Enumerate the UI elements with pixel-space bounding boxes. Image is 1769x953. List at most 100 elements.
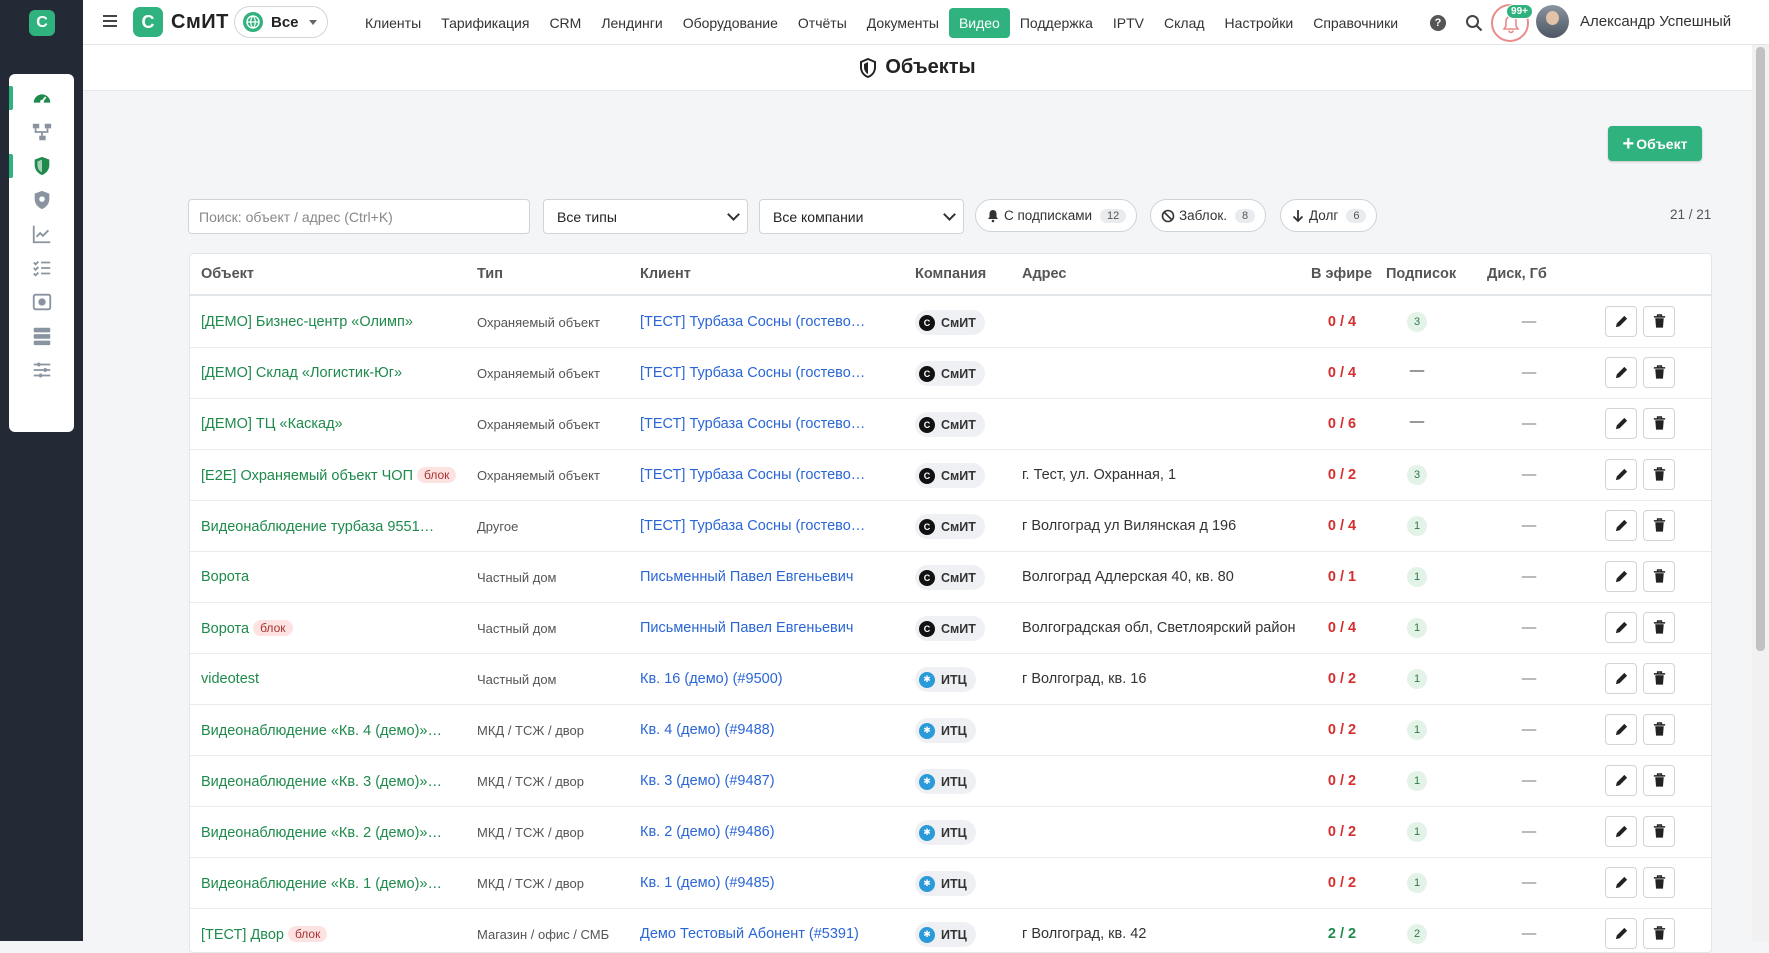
object-link[interactable]: [ДЕМО] Склад «Логистик-Юг» — [201, 365, 402, 381]
column-header-subscriptions[interactable]: Подписок — [1386, 266, 1456, 282]
delete-button[interactable] — [1643, 612, 1675, 643]
notifications-button[interactable]: 99+ — [1491, 4, 1533, 42]
rail-item-network[interactable] — [9, 116, 74, 148]
delete-button[interactable] — [1643, 459, 1675, 490]
table-row[interactable]: [ДЕМО] ТЦ «Каскад» Охраняемый объект [ТЕСТ… — [190, 399, 1711, 450]
object-link[interactable]: [ДЕМО] ТЦ «Каскад» — [201, 416, 343, 432]
edit-button[interactable] — [1605, 306, 1637, 337]
page-scrollbar[interactable] — [1752, 45, 1769, 941]
table-row[interactable]: videotest Частный дом Кв. 16 (демо) (#9500… — [190, 654, 1711, 705]
client-link[interactable]: Письменный Павел Евгеньевич — [640, 620, 870, 636]
object-link[interactable]: videotest — [201, 671, 259, 687]
client-link[interactable]: Кв. 1 (демо) (#9485) — [640, 875, 870, 891]
rail-item-security[interactable] — [9, 184, 74, 216]
column-header-type[interactable]: Тип — [477, 266, 503, 282]
edit-button[interactable] — [1605, 459, 1637, 490]
delete-button[interactable] — [1643, 408, 1675, 439]
column-header-client[interactable]: Клиент — [640, 266, 691, 282]
object-link[interactable]: Видеонаблюдение «Кв. 3 (демо)» — [201, 774, 442, 790]
client-link[interactable]: Демо Тестовый Абонент (#5391) — [640, 926, 870, 942]
nav-item[interactable]: Клиенты — [355, 8, 431, 38]
rail-item-analytics[interactable] — [9, 218, 74, 250]
help-icon[interactable]: ? — [1430, 14, 1446, 31]
nav-item[interactable]: Настройки — [1215, 8, 1304, 38]
delete-button[interactable] — [1643, 867, 1675, 898]
object-link[interactable]: Видеонаблюдение турбаза 9551 — [201, 519, 434, 535]
rail-item-dashboard[interactable] — [9, 82, 74, 114]
column-header-company[interactable]: Компания — [915, 266, 986, 282]
object-link[interactable]: Видеонаблюдение «Кв. 4 (демо)» — [201, 723, 442, 739]
rail-item-settings[interactable] — [9, 354, 74, 386]
edit-button[interactable] — [1605, 816, 1637, 847]
object-link[interactable]: [ДЕМО] Бизнес-центр «Олимп» — [201, 314, 413, 330]
filter-chip-blocked[interactable]: Заблок. 8 — [1150, 199, 1267, 232]
brand[interactable]: С СмИТ — [133, 7, 229, 37]
delete-button[interactable] — [1643, 306, 1675, 337]
client-link[interactable]: Кв. 3 (демо) (#9487) — [640, 773, 870, 789]
search-input[interactable] — [188, 199, 530, 234]
rail-item-servers[interactable] — [9, 320, 74, 352]
table-row[interactable]: [ТЕСТ] Двор блок Магазин / офис / СМБ Демо … — [190, 909, 1711, 952]
avatar[interactable] — [1536, 5, 1569, 38]
client-link[interactable]: Кв. 2 (демо) (#9486) — [640, 824, 870, 840]
company-select[interactable]: Все компании — [759, 199, 964, 234]
column-header-live[interactable]: В эфире — [1311, 266, 1372, 282]
delete-button[interactable] — [1643, 765, 1675, 796]
nav-item[interactable]: Документы — [857, 8, 949, 38]
client-link[interactable]: Кв. 16 (демо) (#9500) — [640, 671, 870, 687]
delete-button[interactable] — [1643, 357, 1675, 388]
rail-item-cameras[interactable] — [9, 286, 74, 318]
object-link[interactable]: Ворота — [201, 621, 249, 637]
search-icon[interactable] — [1465, 14, 1483, 32]
add-object-button[interactable]: + Объект — [1608, 126, 1702, 161]
object-link[interactable]: Видеонаблюдение «Кв. 2 (демо)» — [201, 825, 442, 841]
nav-item[interactable]: Справочники — [1303, 8, 1408, 38]
nav-item[interactable]: Поддержка — [1010, 8, 1103, 38]
table-row[interactable]: Видеонаблюдение «Кв. 2 (демо)»блок МКД / … — [190, 807, 1711, 858]
edit-button[interactable] — [1605, 765, 1637, 796]
nav-item[interactable]: Оборудование — [673, 8, 788, 38]
table-row[interactable]: [E2E] Охраняемый объект ЧОП блок Охраняемы… — [190, 450, 1711, 501]
client-link[interactable]: [ТЕСТ] Турбаза Сосны (гостевой дом) — [640, 314, 870, 330]
table-row[interactable]: Ворота Частный дом Письменный Павел Евгень… — [190, 552, 1711, 603]
nav-item[interactable]: Склад — [1154, 8, 1215, 38]
scope-select[interactable]: Все — [234, 6, 328, 38]
edit-button[interactable] — [1605, 918, 1637, 949]
edit-button[interactable] — [1605, 561, 1637, 592]
type-select[interactable]: Все типы — [543, 199, 748, 234]
delete-button[interactable] — [1643, 663, 1675, 694]
nav-item[interactable]: Отчёты — [788, 8, 857, 38]
client-link[interactable]: [ТЕСТ] Турбаза Сосны (гостевой дом) — [640, 416, 870, 432]
hamburger-icon[interactable] — [101, 12, 119, 30]
delete-button[interactable] — [1643, 561, 1675, 592]
nav-item[interactable]: Тарификация — [431, 8, 539, 38]
delete-button[interactable] — [1643, 816, 1675, 847]
edit-button[interactable] — [1605, 510, 1637, 541]
nav-item[interactable]: Видео — [948, 7, 1010, 38]
table-row[interactable]: [ДЕМО] Бизнес-центр «Олимп» Охраняемый об… — [190, 297, 1711, 348]
rail-logo[interactable]: С — [29, 10, 55, 36]
nav-item[interactable]: IPTV — [1103, 8, 1154, 38]
object-link[interactable]: Ворота — [201, 569, 249, 585]
rail-item-tasks[interactable] — [9, 252, 74, 284]
delete-button[interactable] — [1643, 714, 1675, 745]
column-header-disk[interactable]: Диск, Гб — [1487, 266, 1547, 282]
nav-item[interactable]: CRM — [539, 8, 591, 38]
edit-button[interactable] — [1605, 714, 1637, 745]
table-row[interactable]: Видеонаблюдение «Кв. 3 (демо)»блок МКД / … — [190, 756, 1711, 807]
user-name[interactable]: Александр Успешный — [1580, 13, 1731, 30]
table-row[interactable]: Видеонаблюдение турбаза 9551 блок Другое [Т… — [190, 501, 1711, 552]
column-header-object[interactable]: Объект — [201, 266, 254, 282]
delete-button[interactable] — [1643, 918, 1675, 949]
edit-button[interactable] — [1605, 612, 1637, 643]
rail-item-objects[interactable] — [9, 150, 74, 182]
nav-item[interactable]: Лендинги — [591, 8, 672, 38]
client-link[interactable]: [ТЕСТ] Турбаза Сосны (гостевой дом) — [640, 365, 870, 381]
filter-chip-subscriptions[interactable]: С подписками 12 — [975, 199, 1138, 232]
edit-button[interactable] — [1605, 357, 1637, 388]
edit-button[interactable] — [1605, 408, 1637, 439]
edit-button[interactable] — [1605, 663, 1637, 694]
table-row[interactable]: [ДЕМО] Склад «Логистик-Юг» Охраняемый объ… — [190, 348, 1711, 399]
column-header-address[interactable]: Адрес — [1022, 266, 1066, 282]
object-link[interactable]: [E2E] Охраняемый объект ЧОП — [201, 468, 413, 484]
